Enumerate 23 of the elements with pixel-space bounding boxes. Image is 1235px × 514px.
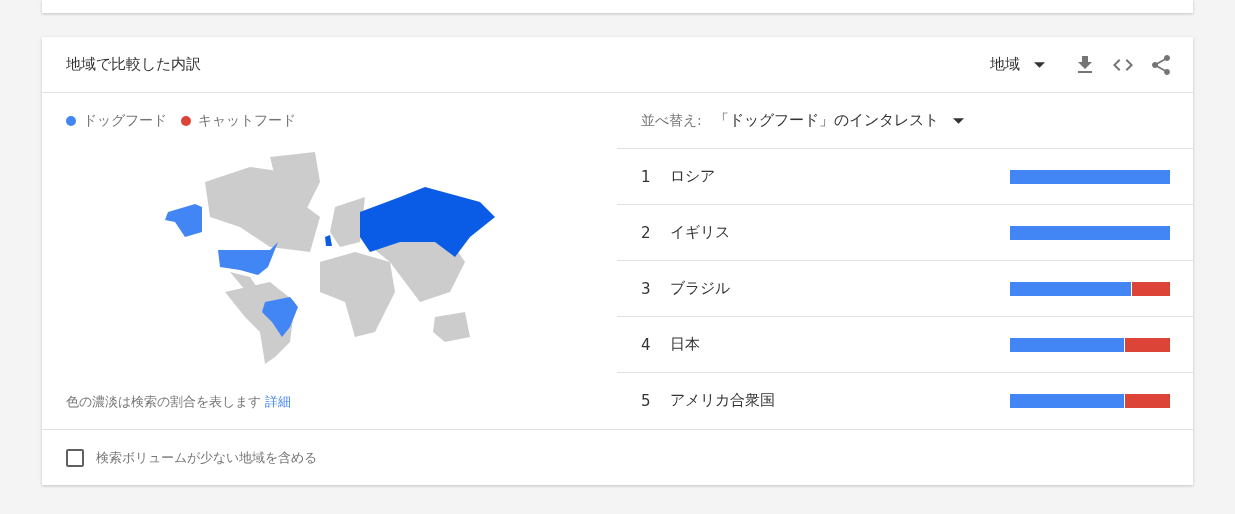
caret-icon: [1034, 61, 1045, 68]
share-icon[interactable]: [1149, 52, 1173, 77]
region-name: ロシア: [670, 167, 716, 186]
region-name: 日本: [670, 335, 701, 354]
legend-label: ドッグフード: [83, 112, 167, 130]
rank-number: 2: [641, 223, 652, 242]
details-link[interactable]: 詳細: [265, 394, 292, 409]
rank-number: 5: [641, 391, 652, 410]
region-name: アメリカ合衆国: [670, 391, 776, 410]
region-dropdown[interactable]: 地域: [990, 55, 1055, 74]
checkbox-label: 検索ボリュームが少ない地域を含める: [96, 448, 317, 467]
region-name: ブラジル: [670, 279, 731, 298]
region-name: イギリス: [670, 223, 731, 242]
legend-label: キャットフード: [198, 112, 296, 130]
rank-number: 1: [641, 167, 652, 186]
rank-number: 3: [641, 279, 652, 298]
card-title: 地域で比較した内訳: [66, 55, 201, 74]
caret-icon: [952, 117, 964, 124]
map-note: 色の濃淡は検索の割合を表します 詳細: [66, 393, 293, 411]
sort-label: 並べ替え:: [641, 111, 702, 130]
checkbox[interactable]: [66, 448, 84, 467]
rank-number: 4: [641, 335, 652, 354]
sort-dropdown[interactable]: 「ドッグフード」のインタレスト: [713, 111, 964, 130]
